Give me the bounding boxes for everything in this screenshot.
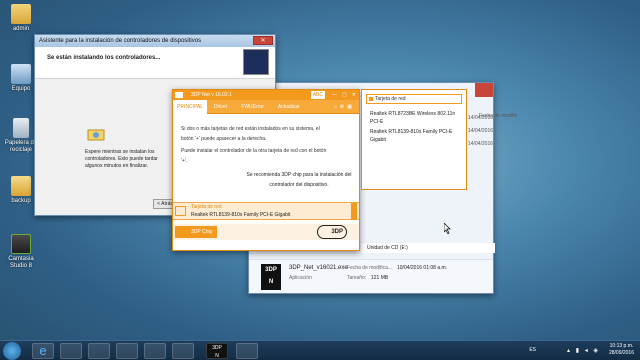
recycle-bin-icon: [13, 118, 29, 138]
desktop-icon-recycle-bin[interactable]: Papelera de reciclaje: [4, 118, 38, 154]
app-logo-icon: [175, 92, 183, 98]
gear-folder-icon: [87, 127, 105, 141]
logo-text: 3DP: [331, 229, 343, 235]
size-label: Tamaño:: [347, 275, 367, 281]
taskbar: e 3DP N ES ▴ ▮ ◂ ◈ 10:13 p.m. 28/09/2016: [0, 340, 640, 360]
desktop-icon-backup[interactable]: backup: [4, 176, 38, 205]
3dp-file-icon: 3DP N: [261, 264, 281, 290]
desktop-icon-label: Camtasia Studio 8: [8, 256, 34, 269]
mouse-cursor-icon: [443, 222, 452, 236]
device-installer-icon[interactable]: [172, 343, 194, 359]
driver-item[interactable]: Realtek RTL8723BE Wireless 802.11n PCI-E: [370, 110, 458, 126]
window-controls: ✕: [253, 36, 273, 45]
start-button[interactable]: [3, 342, 21, 360]
chip-bar: 3DP Chip 3DP: [173, 224, 359, 240]
app-info-text: Si dos o más tarjetas de red están insta…: [181, 124, 331, 166]
explorer-date-list: 14/04/2016 02 14/04/2016 03 14/04/2016 0…: [468, 112, 494, 151]
desktop-icon-label: admin: [12, 26, 30, 32]
card-title: Tarjeta de red: [191, 204, 222, 210]
camtasia-taskbar-icon[interactable]: [144, 343, 166, 359]
internet-explorer-icon[interactable]: e: [32, 343, 54, 359]
3dp-chip-button[interactable]: 3DP Chip: [175, 226, 217, 238]
media-player-icon[interactable]: [88, 343, 110, 359]
mail-card-icon: [175, 206, 186, 216]
installer-logo-icon: [243, 49, 269, 75]
modified-label: Fecha de modifica...: [347, 265, 393, 271]
desktop-icon-label: Equipo: [11, 86, 31, 92]
recommend-text: Se recomienda 3DP chip para la instalaci…: [246, 172, 352, 188]
size-value: 121 MB: [371, 275, 389, 281]
maximize-button[interactable]: ▢: [342, 90, 347, 100]
chrome-icon[interactable]: [116, 343, 138, 359]
app-titlebar: 3DP Net v 16.02.1 ABC — ▢ ✕: [173, 90, 359, 100]
clock[interactable]: 10:13 p.m. 28/09/2016: [609, 343, 634, 357]
computer-icon: [11, 64, 31, 84]
desktop-icon-label: Papelera de reciclaje: [4, 140, 38, 153]
close-button[interactable]: [475, 83, 493, 97]
desktop-icon-camtasia[interactable]: Camtasia Studio 8: [4, 234, 38, 270]
network-card-row[interactable]: Tarjeta de red Realtek RTL8139-810x Fami…: [173, 202, 359, 220]
tab-driver[interactable]: Driver: [207, 104, 234, 110]
user-folder-icon: [11, 4, 31, 24]
wizard-header: Se están instalando los controladores...: [35, 47, 275, 79]
close-button[interactable]: ✕: [253, 36, 273, 45]
minimize-button[interactable]: —: [332, 90, 337, 100]
wizard-body-text: Espere mientras se instalan los controla…: [85, 149, 158, 169]
card-value: Realtek RTL8139-810x Family PCI-E Gigabi…: [191, 212, 291, 218]
drive-label: Unidad de CD (E:): [367, 245, 408, 251]
date-cell: 14/04/2016 02: [468, 115, 494, 121]
tool-taskbar-icon[interactable]: [236, 343, 258, 359]
file-type: Aplicación: [289, 275, 312, 281]
clock-time: 10:13 p.m.: [609, 343, 634, 349]
wizard-titlebar: Asistente para la instalación de control…: [35, 35, 275, 47]
tab-fwuerror[interactable]: FWUError: [234, 104, 271, 110]
driver-item[interactable]: Realtek RTL8139-810x Family PCI-E Gigabi…: [370, 128, 458, 144]
desktop-icon-computer[interactable]: Equipo: [4, 64, 38, 93]
app-title: 3DP Net v 16.02.1: [191, 92, 232, 98]
panel-header-text: Tarjeta de red: [375, 96, 406, 102]
file-name: 3DP_Net_v16021.exe: [289, 265, 348, 271]
file-explorer-icon[interactable]: [60, 343, 82, 359]
driver-panel: Tarjeta de red Realtek RTL8723BE Wireles…: [361, 89, 467, 190]
tab-principal[interactable]: PRINCIPAL: [173, 99, 208, 114]
language-indicator[interactable]: ES: [529, 347, 536, 353]
abc-button[interactable]: ABC: [310, 91, 325, 99]
3dp-net-window: 3DP Net v 16.02.1 ABC — ▢ ✕ PRINCIPAL Dr…: [172, 89, 360, 251]
modified-value: 10/04/2016 01:08 a.m.: [397, 265, 448, 271]
window-title: Asistente para la instalación de control…: [39, 38, 202, 44]
folder-icon: [11, 176, 31, 196]
clock-date: 28/09/2016: [608, 350, 634, 356]
3dp-logo[interactable]: 3DP: [317, 225, 347, 239]
panel-header: Tarjeta de red: [366, 94, 462, 104]
wizard-heading: Se están instalando los controladores...: [47, 55, 161, 61]
date-cell: 14/04/2016 03: [468, 128, 494, 134]
camtasia-icon: [11, 234, 31, 254]
desktop-icon-admin[interactable]: admin: [4, 4, 38, 33]
info-paragraph-1: Si dos o más tarjetas de red están insta…: [181, 126, 320, 142]
date-cell: 14/04/2016 03: [468, 141, 494, 147]
desktop-icon-label: backup: [11, 198, 31, 204]
app-tab-bar: PRINCIPAL Driver FWUError Actualizar ⌂⚙▣: [173, 99, 359, 114]
toolbar-icons[interactable]: ⌂⚙▣: [334, 104, 355, 110]
drive-row[interactable]: Unidad de CD (E:): [361, 243, 495, 253]
details-pane: 3DP N 3DP_Net_v16021.exe Aplicación Fecha…: [249, 259, 493, 293]
tab-actualizar[interactable]: Actualizar: [271, 104, 307, 110]
plus-button[interactable]: [351, 203, 357, 220]
driver-list: Realtek RTL8723BE Wireless 802.11n PCI-E…: [362, 104, 466, 150]
info-paragraph-2: Puede instalar el controlador de la otra…: [181, 148, 327, 164]
tray-icons[interactable]: ▴ ▮ ◂ ◈: [567, 347, 600, 354]
close-button[interactable]: ✕: [352, 90, 356, 100]
3dp-net-taskbar-icon[interactable]: 3DP N: [206, 343, 228, 359]
panel-header-icon: [369, 97, 373, 101]
